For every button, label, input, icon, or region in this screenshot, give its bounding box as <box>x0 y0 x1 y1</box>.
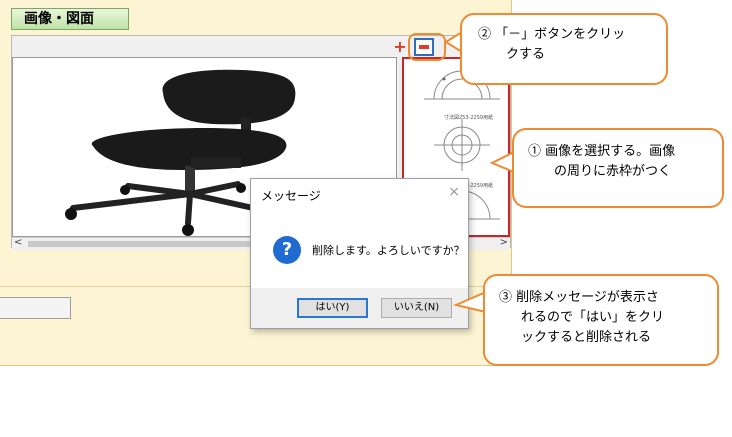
callout-text: ① 画像を選択する。画像 <box>528 144 676 159</box>
close-icon[interactable]: × <box>448 184 460 200</box>
scroll-right-icon[interactable]: > <box>500 237 508 248</box>
dialog-title: メッセージ <box>261 189 321 203</box>
callout-step-2: ② 「－」ボタンをクリッ クする <box>460 13 668 85</box>
confirm-dialog: メッセージ × ? 削除します。よろしいですか？ はい(Y) いいえ(N) <box>250 178 469 329</box>
remove-button-highlight <box>408 33 446 61</box>
scroll-left-icon[interactable]: < <box>14 237 22 248</box>
panel-title: 画像・図面 <box>11 8 129 30</box>
text-field[interactable] <box>0 297 71 319</box>
add-image-button[interactable]: + <box>392 39 408 55</box>
callout-text: ③ 削除メッセージが表示さ <box>499 290 659 305</box>
callout-text: れるので「はい」をクリ <box>521 310 665 325</box>
callout-step-3: ③ 削除メッセージが表示さ れるので「はい」をクリ ックすると削除される <box>483 274 719 366</box>
dialog-footer: はい(Y) いいえ(N) <box>251 288 468 328</box>
yes-button[interactable]: はい(Y) <box>297 298 368 318</box>
callout-text: ックすると削除される <box>521 330 652 345</box>
dialog-message: 削除します。よろしいですか？ <box>312 244 465 257</box>
drawing-label: 寸法図253-2259用紙 <box>444 114 493 121</box>
callout-step-1: ① 画像を選択する。画像 の周りに赤枠がつく <box>512 128 724 208</box>
callout-text: クする <box>506 47 546 62</box>
question-icon: ? <box>273 236 301 264</box>
callout-text: の周りに赤枠がつく <box>554 164 672 179</box>
callout-text: ② 「－」ボタンをクリッ <box>478 27 626 42</box>
no-button[interactable]: いいえ(N) <box>381 298 452 318</box>
